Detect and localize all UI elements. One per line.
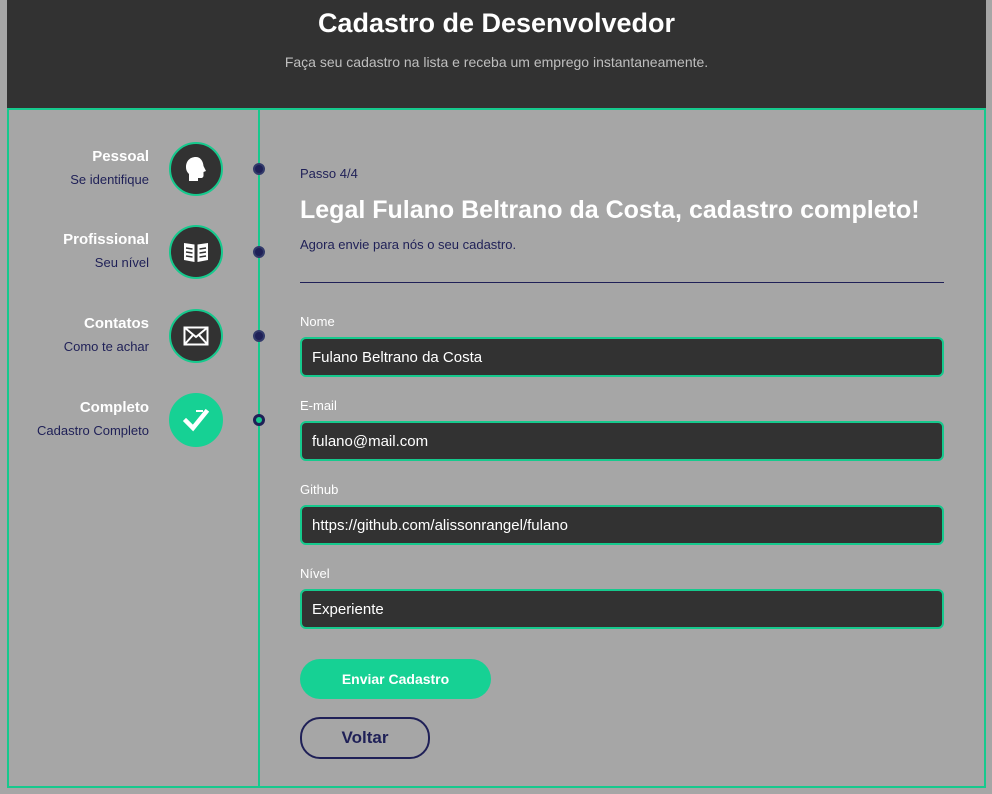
head-icon xyxy=(186,157,206,181)
step-subtitle: Seu nível xyxy=(94,255,149,270)
step-title: Pessoal xyxy=(92,148,149,165)
sidebar-step-contatos[interactable]: Contatos Como te achar xyxy=(9,306,265,366)
page-subtitle: Faça seu cadastro na lista e receba um e… xyxy=(284,54,709,70)
step-icon-circle xyxy=(169,225,223,279)
back-button[interactable]: Voltar xyxy=(300,717,430,759)
sidebar-step-pessoal[interactable]: Pessoal Se identifique xyxy=(9,139,265,199)
name-field[interactable] xyxy=(300,337,944,377)
step-title: Completo xyxy=(79,399,149,416)
github-label: Github xyxy=(300,482,339,497)
checkmark-icon xyxy=(183,408,209,432)
step-dot-active xyxy=(253,414,265,426)
github-field[interactable] xyxy=(300,505,944,545)
step-subtitle: Cadastro Completo xyxy=(37,423,149,438)
step-subtitle: Como te achar xyxy=(63,339,149,354)
step-dot xyxy=(253,246,265,258)
submit-button[interactable]: Enviar Cadastro xyxy=(300,659,491,699)
step-icon-circle xyxy=(169,309,223,363)
step-counter: Passo 4/4 xyxy=(300,166,358,181)
step-dot xyxy=(253,163,265,175)
level-label: Nível xyxy=(300,566,330,581)
sidebar-step-profissional[interactable]: Profissional Seu nível xyxy=(9,222,265,282)
book-icon xyxy=(184,243,208,262)
page-title: Cadastro de Desenvolvedor xyxy=(317,8,676,38)
step-subtitle: Se identifique xyxy=(70,172,149,187)
step-title: Profissional xyxy=(63,231,149,248)
step-icon-circle xyxy=(169,142,223,196)
email-label: E-mail xyxy=(300,398,337,413)
step-title: Contatos xyxy=(84,315,149,332)
envelope-icon xyxy=(183,326,209,346)
step-icon-circle xyxy=(169,393,223,447)
section-divider xyxy=(300,282,944,283)
completion-description: Agora envie para nós o seu cadastro. xyxy=(300,237,517,252)
page-header: Cadastro de Desenvolvedor Faça seu cadas… xyxy=(7,0,986,110)
email-field[interactable] xyxy=(300,421,944,461)
sidebar-step-completo[interactable]: Completo Cadastro Completo xyxy=(9,390,265,450)
name-label: Nome xyxy=(300,314,335,329)
completion-heading: Legal Fulano Beltrano da Costa, cadastro… xyxy=(300,196,920,224)
level-field[interactable] xyxy=(300,589,944,629)
step-dot xyxy=(253,330,265,342)
